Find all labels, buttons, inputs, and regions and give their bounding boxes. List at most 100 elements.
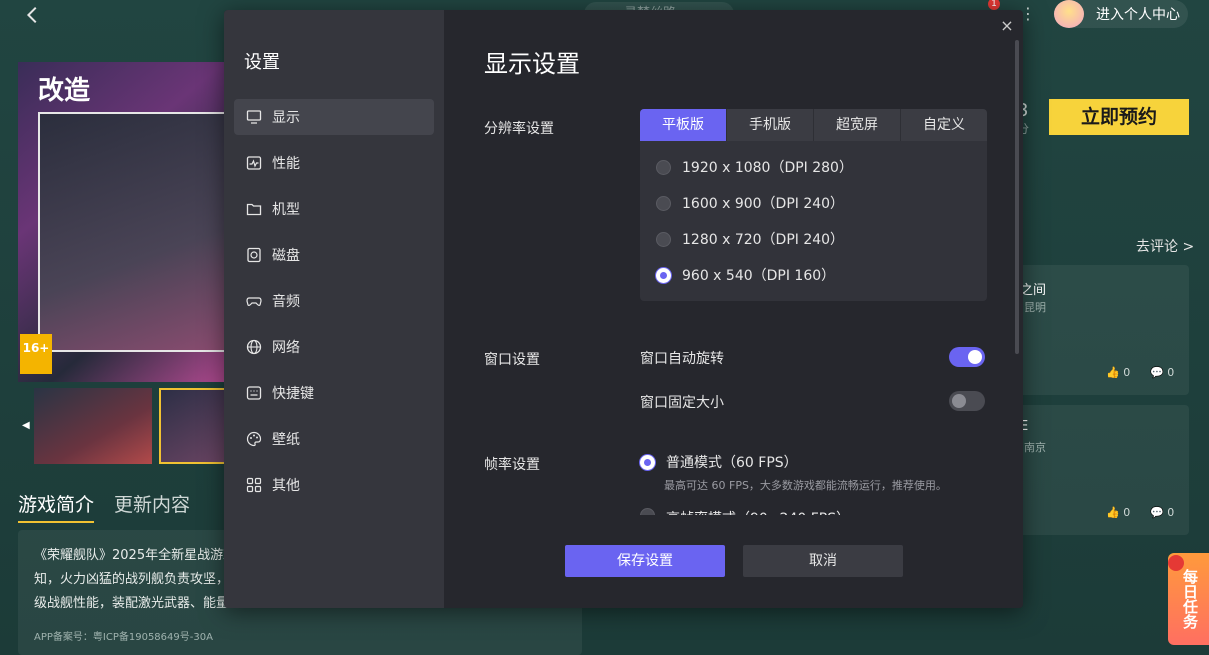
comment-location: 南京 [1024,441,1046,454]
comment-card[interactable]: 之间 昆明 👍 0 💬 0 [1010,265,1189,395]
toggle-knob [968,350,982,364]
resolution-option-selected[interactable]: 960 x 540（DPI 160） [656,265,835,285]
tab-intro[interactable]: 游戏简介 [18,490,95,523]
grid-icon [246,477,262,493]
nav-label: 磁盘 [272,248,300,264]
nav-item-shortcuts[interactable]: 快捷键 [234,375,434,411]
fixed-size-toggle[interactable] [949,391,985,411]
resolution-label: 分辨率设置 [484,121,554,137]
comment-card[interactable]: E 南京 👍 0 💬 0 [1010,405,1189,535]
radio-button-selected[interactable] [640,454,655,470]
nav-label: 机型 [272,202,300,218]
resolution-option[interactable]: 1280 x 720（DPI 240） [656,229,844,249]
go-comment-link[interactable]: 去评论 > [1136,236,1194,256]
toggle-knob [952,394,966,408]
palette-icon [246,431,262,447]
radio-button[interactable] [656,195,671,211]
gamepad-icon [246,293,262,309]
comment-location: 昆明 [1024,301,1046,314]
settings-nav: 显示 性能 机型 磁盘 音频 网络 快捷键 壁纸 其他 [234,99,434,513]
save-button[interactable]: 保存设置 [565,545,725,577]
resolution-tabs: 平板版 手机版 超宽屏 自定义 [640,109,987,141]
pulse-icon [246,155,262,171]
disk-icon [246,247,262,263]
fps-normal-option[interactable]: 普通模式（60 FPS） [640,452,798,472]
settings-title: 设置 [244,52,280,73]
reply-count[interactable]: 💬 0 [1150,366,1174,379]
resolution-option[interactable]: 1920 x 1080（DPI 280） [656,157,853,177]
age-rating-badge: 16+ [20,334,52,374]
fps-normal-desc: 最高可达 60 FPS，大多数游戏都能流畅运行，推荐使用。 [664,479,947,492]
option-label: 1600 x 900（DPI 240） [682,196,845,212]
nav-item-other[interactable]: 其他 [234,467,434,503]
resolution-option[interactable]: 1600 x 900（DPI 240） [656,193,844,213]
avatar [1054,0,1084,28]
nav-label: 快捷键 [272,386,314,402]
monitor-icon [246,109,262,125]
nav-item-disk[interactable]: 磁盘 [234,237,434,273]
icp-number: APP备案号：粤ICP备19058649号-30A [34,632,213,643]
hero-title: 改造 [38,76,91,106]
nav-item-display[interactable]: 显示 [234,99,434,135]
notification-badge: 1 [988,0,1000,10]
auto-rotate-label: 窗口自动旋转 [640,351,724,367]
settings-dialog: 设置 显示 性能 机型 磁盘 音频 网络 快捷键 壁纸 其他 × 显示设置 分辨… [224,10,1023,608]
thumbs-up-icon: 👍 [1106,506,1124,519]
close-icon[interactable]: × [997,16,1017,36]
daily-task-badge [1168,555,1184,571]
reply-value: 0 [1167,366,1175,379]
resolution-options: 1920 x 1080（DPI 280） 1600 x 900（DPI 240）… [640,141,987,301]
preorder-button[interactable]: 立即预约 [1049,99,1189,135]
nav-label: 其他 [272,478,300,494]
nav-label: 显示 [272,110,300,126]
nav-label: 性能 [272,156,300,172]
nav-item-audio[interactable]: 音频 [234,283,434,319]
window-label: 窗口设置 [484,352,540,368]
comment-icon: 💬 [1150,366,1168,379]
option-label: 1280 x 720（DPI 240） [682,232,845,248]
comment-icon: 💬 [1150,506,1168,519]
fixed-size-label: 窗口固定大小 [640,395,724,411]
user-center-label: 进入个人中心 [1096,7,1180,23]
comment-author: 之间 [1020,283,1047,298]
radio-button[interactable] [656,231,671,247]
nav-item-wallpaper[interactable]: 壁纸 [234,421,434,457]
content-title: 显示设置 [484,50,580,78]
tab-update[interactable]: 更新内容 [114,490,190,517]
thumbnail[interactable] [34,388,152,464]
hero-image-frame [38,112,228,352]
globe-icon [246,339,262,355]
fps-normal-label: 普通模式（60 FPS） [666,455,798,471]
thumbnail-strip: ◀ [18,388,277,464]
reply-value: 0 [1167,506,1175,519]
tab-ultrawide[interactable]: 超宽屏 [814,109,901,141]
game-screenshot[interactable]: 改造 16+ [18,62,228,382]
auto-rotate-toggle[interactable] [949,347,985,367]
option-label: 1920 x 1080（DPI 280） [682,160,853,176]
nav-label: 壁纸 [272,432,300,448]
tab-tablet[interactable]: 平板版 [640,109,727,141]
like-count[interactable]: 👍 0 [1106,506,1130,519]
nav-item-network[interactable]: 网络 [234,329,434,365]
tab-custom[interactable]: 自定义 [901,109,987,141]
folder-icon [246,201,262,217]
cancel-button[interactable]: 取消 [743,545,903,577]
like-value: 0 [1123,366,1131,379]
settings-sidebar: 设置 显示 性能 机型 磁盘 音频 网络 快捷键 壁纸 其他 [224,10,444,608]
thumbnail-prev-icon[interactable]: ◀ [22,420,30,431]
reply-count[interactable]: 💬 0 [1150,506,1174,519]
radio-button[interactable] [656,159,671,175]
nav-label: 音频 [272,294,300,310]
back-arrow-icon[interactable] [22,4,44,26]
tab-phone[interactable]: 手机版 [727,109,814,141]
nav-label: 网络 [272,340,300,356]
content-scrollbar[interactable] [1015,40,1019,354]
keyboard-icon [246,385,262,401]
dialog-footer [444,515,1023,608]
nav-item-performance[interactable]: 性能 [234,145,434,181]
nav-item-model[interactable]: 机型 [234,191,434,227]
thumbs-up-icon: 👍 [1106,366,1124,379]
user-center-button[interactable]: 进入个人中心 [1054,0,1188,28]
radio-button-selected[interactable] [656,267,671,283]
like-count[interactable]: 👍 0 [1106,366,1130,379]
